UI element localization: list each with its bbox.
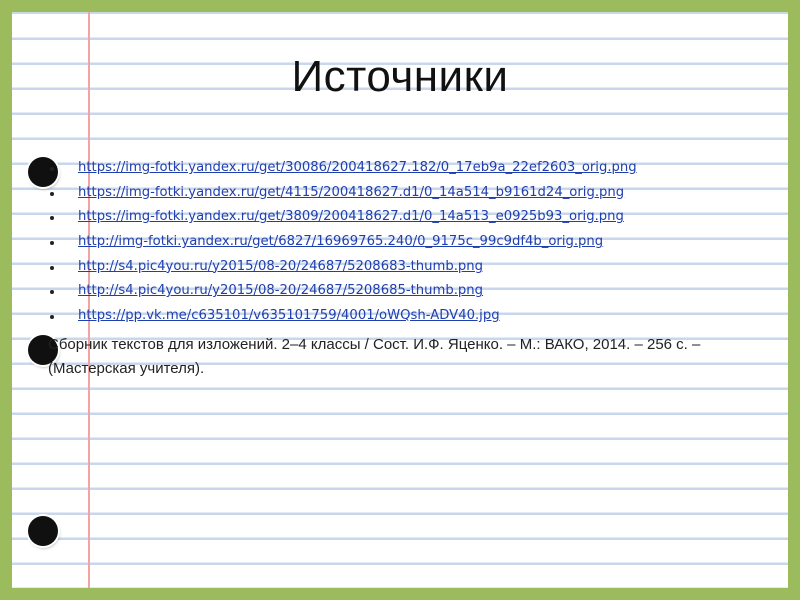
binder-hole-icon	[28, 516, 58, 546]
source-link[interactable]: https://pp.vk.me/c635101/v635101759/4001…	[78, 308, 500, 323]
list-item: http://img-fotki.yandex.ru/get/6827/1696…	[48, 230, 768, 255]
source-link[interactable]: http://s4.pic4you.ru/y2015/08-20/24687/5…	[78, 283, 483, 298]
list-item: http://s4.pic4you.ru/y2015/08-20/24687/5…	[48, 279, 768, 304]
source-links-list: https://img-fotki.yandex.ru/get/30086/20…	[48, 156, 768, 329]
list-item: https://img-fotki.yandex.ru/get/4115/200…	[48, 181, 768, 206]
source-link[interactable]: https://img-fotki.yandex.ru/get/3809/200…	[78, 209, 624, 224]
source-link[interactable]: https://img-fotki.yandex.ru/get/4115/200…	[78, 185, 624, 200]
list-item: https://img-fotki.yandex.ru/get/3809/200…	[48, 205, 768, 230]
list-item: https://pp.vk.me/c635101/v635101759/4001…	[48, 304, 768, 329]
notebook-paper: Источники https://img-fotki.yandex.ru/ge…	[12, 12, 788, 588]
list-item: https://img-fotki.yandex.ru/get/30086/20…	[48, 156, 768, 181]
source-link[interactable]: http://s4.pic4you.ru/y2015/08-20/24687/5…	[78, 259, 483, 274]
slide-title: Источники	[291, 52, 509, 101]
source-link[interactable]: http://img-fotki.yandex.ru/get/6827/1696…	[78, 234, 603, 249]
slide-frame: Источники https://img-fotki.yandex.ru/ge…	[0, 0, 800, 600]
list-item: http://s4.pic4you.ru/y2015/08-20/24687/5…	[48, 255, 768, 280]
source-link[interactable]: https://img-fotki.yandex.ru/get/30086/20…	[78, 160, 637, 175]
book-citation: Сборник текстов для изложений. 2–4 класс…	[48, 336, 701, 377]
